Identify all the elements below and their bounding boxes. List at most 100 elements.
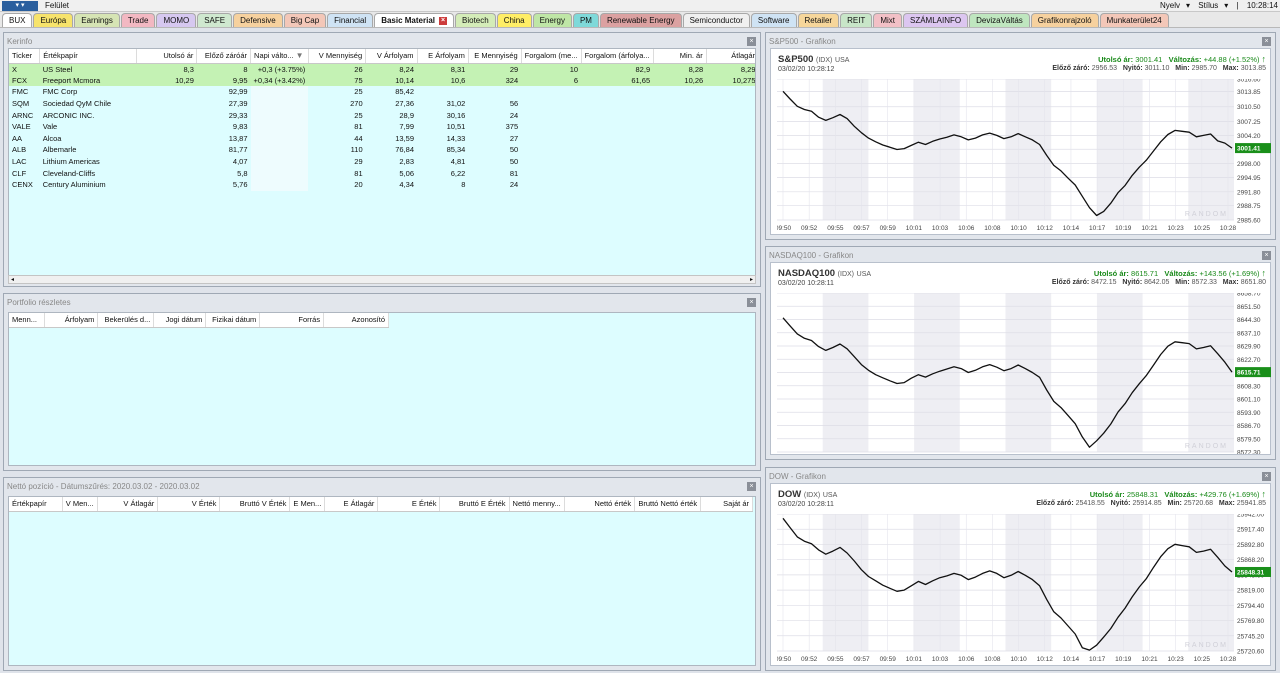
column-header[interactable]: E Érték	[377, 497, 441, 512]
up-arrow-icon: ↑	[1261, 54, 1267, 64]
table-row[interactable]: FCX Freeport Mcmora 10,29 9,95 +0,34 (+3.42%…	[9, 74, 755, 87]
tab-safe[interactable]: SAFE	[197, 13, 233, 27]
column-header[interactable]: Azonosító	[323, 313, 389, 328]
column-header[interactable]: Átlagár	[706, 49, 755, 64]
column-header[interactable]: Forgalom (árfolya...	[581, 49, 654, 64]
tab-retailer[interactable]: Retailer	[797, 13, 840, 27]
column-header[interactable]: Fizikai dátum	[205, 313, 261, 328]
tab-financial[interactable]: Financial	[327, 13, 374, 27]
column-header[interactable]: Árfolyam	[44, 313, 99, 328]
sort-desc-icon[interactable]: ▼	[296, 51, 304, 60]
language-dropdown-icon[interactable]: ▾	[1186, 1, 1190, 10]
tab-china[interactable]: China	[496, 13, 532, 27]
chart-close-icon[interactable]: ×	[1262, 472, 1271, 481]
tab-pm[interactable]: PM	[572, 13, 599, 27]
tab-mixt[interactable]: Mixt	[873, 13, 902, 27]
table-row[interactable]: VALE Vale 9,83 81 7,99 10,51 375	[9, 120, 755, 133]
table-row[interactable]: X US Steel 8,3 8 +0,3 (+3.75%) 26 8,24 8,31 29 10…	[9, 63, 755, 75]
column-header[interactable]: V Érték	[157, 497, 221, 512]
column-header[interactable]: Jogi dátum	[153, 313, 207, 328]
column-header[interactable]: E Árfolyam	[417, 49, 469, 64]
tab-biotech[interactable]: Biotech	[455, 13, 496, 27]
tab-renewable-energy[interactable]: Renewable Energy	[599, 13, 682, 27]
chart-panel-title: NASDAQ100 - Grafikon	[769, 251, 854, 260]
column-header[interactable]: Ticker	[9, 49, 41, 64]
table-row[interactable]: ALB Albemarle 81,77 110 76,84 85,34 50	[9, 144, 755, 156]
tab-big-cap[interactable]: Big Cap	[283, 13, 327, 27]
price-chart[interactable]: 8658.70 8651.50 8644.30 8637.10 8629.90 8622.…	[777, 293, 1272, 454]
netto-close-icon[interactable]: ×	[747, 482, 756, 491]
style-dropdown-icon[interactable]: ▾	[1224, 1, 1228, 10]
chart-close-icon[interactable]: ×	[1262, 37, 1271, 46]
tab-software[interactable]: Software	[750, 13, 797, 27]
language-menu[interactable]: Nyelv	[1160, 1, 1180, 10]
table-row[interactable]: LAC Lithium Americas 4,07 29 2,83 4,81 50	[9, 155, 755, 168]
column-header[interactable]: V Árfolyam	[365, 49, 418, 64]
table-row[interactable]: FMC FMC Corp 92,99 25 85,42	[9, 86, 755, 98]
tab-grafikonrajzoló[interactable]: Grafikonrajzoló	[1030, 13, 1099, 27]
chart-area[interactable]: NASDAQ100 (IDX) USA 03/02/20 10:28:11 Ut…	[770, 262, 1271, 455]
table-row[interactable]: CENX Century Aluminium 5,76 20 4,34 8 24	[9, 178, 755, 191]
chart-area[interactable]: DOW (IDX) USA 03/02/20 10:28:11 Utolsó á…	[770, 483, 1271, 666]
column-header[interactable]: Nettó menny...	[509, 497, 565, 512]
scroll-left-icon[interactable]: ◂	[11, 276, 14, 283]
tab-trade[interactable]: Trade	[120, 13, 156, 27]
portfolio-close-icon[interactable]: ×	[747, 298, 756, 307]
table-row[interactable]: ARNC ARCONIC INC. 29,33 25 28,9 30,16 24	[9, 109, 755, 121]
tab-momo[interactable]: MOMO	[156, 13, 197, 27]
tab-számlainfo[interactable]: SZÁMLAINFO	[902, 13, 969, 27]
kerinfo-close-icon[interactable]: ×	[747, 37, 756, 46]
table-cell: Lithium Americas	[42, 157, 100, 167]
menu-felulet[interactable]: Felület	[45, 1, 69, 10]
tab-earnings[interactable]: Earnings	[74, 13, 120, 27]
column-header[interactable]: Bruttó Nettó érték	[634, 497, 702, 512]
tab-munkaterület24[interactable]: Munkaterület24	[1099, 13, 1169, 27]
column-header[interactable]: E Men...	[289, 497, 326, 512]
price-chart[interactable]: 25942.0025917.4025892.8025868.2025843.60…	[777, 514, 1272, 665]
column-header[interactable]: Előző záróár	[196, 49, 252, 64]
table-row[interactable]: CLF Cleveland-Cliffs 5,8 81 5,06 6,22 81	[9, 167, 755, 179]
column-header[interactable]: Forrás	[259, 313, 325, 328]
table-cell	[250, 144, 309, 156]
chart-area[interactable]: S&P500 (IDX) USA 03/02/20 10:28:12 Utols…	[770, 48, 1271, 235]
tab-devizaváltás[interactable]: DevizaVáltás	[969, 13, 1030, 27]
app-menu-button[interactable]: ▾ ▾	[2, 1, 38, 11]
scroll-right-icon[interactable]: ▸	[750, 276, 753, 283]
column-header[interactable]: V Mennyiség	[308, 49, 367, 64]
column-header[interactable]: Menn...	[9, 313, 46, 328]
tab-defensive[interactable]: Defensive	[233, 13, 283, 27]
tab-reit[interactable]: REIT	[840, 13, 873, 27]
column-header[interactable]: Utolsó ár	[136, 49, 198, 64]
column-header[interactable]: V Átlagár	[97, 497, 159, 512]
tab-semiconductor[interactable]: Semiconductor	[682, 13, 750, 27]
tab-basic-material[interactable]: Basic Material ×	[374, 13, 454, 27]
column-header[interactable]: Nettó érték	[564, 497, 636, 512]
column-header[interactable]: Min. ár	[653, 49, 707, 64]
table-row[interactable]: AA Alcoa 13,87 44 13,59 14,33 27	[9, 132, 755, 145]
tab-label: Energy	[539, 15, 565, 25]
y-tick-label: 8572.30	[1237, 450, 1261, 455]
style-menu[interactable]: Stílus	[1198, 1, 1218, 10]
column-header[interactable]: Értékpapír	[39, 49, 138, 64]
column-header[interactable]: E Mennyiség	[468, 49, 522, 64]
column-header[interactable]: V Men...	[62, 497, 98, 512]
column-header[interactable]: Bruttó V Érték	[219, 497, 291, 512]
tab-label: Software	[757, 15, 790, 25]
price-chart[interactable]: 3016.60 3013.85 3010.50 3007.25 3004.20 3001.…	[777, 79, 1272, 234]
tab-bux[interactable]: BUX	[2, 13, 33, 27]
tab-energy[interactable]: Energy	[532, 13, 572, 27]
column-header[interactable]: Napi válto... ▼	[250, 49, 309, 64]
column-header[interactable]: Saját ár	[700, 497, 753, 512]
kerinfo-horizontal-scrollbar[interactable]: ◂ ▸	[8, 275, 756, 284]
column-header[interactable]: Értékpapír	[9, 497, 63, 512]
tab-európa[interactable]: Európa	[33, 13, 74, 27]
column-header[interactable]: E Átlagár	[324, 497, 379, 512]
tab-close-icon[interactable]: ×	[439, 16, 447, 25]
table-cell: 5,76	[232, 180, 248, 190]
column-header[interactable]: Bruttó E Érték	[439, 497, 510, 512]
column-header[interactable]: Bekerülés d...	[97, 313, 155, 328]
column-header[interactable]: Forgalom (me...	[521, 49, 582, 64]
open-label: Nyitó:	[1122, 279, 1143, 286]
chart-close-icon[interactable]: ×	[1262, 251, 1271, 260]
table-row[interactable]: SQM Sociedad QyM Chile 27,39 270 27,36 31,02 5…	[9, 97, 755, 110]
